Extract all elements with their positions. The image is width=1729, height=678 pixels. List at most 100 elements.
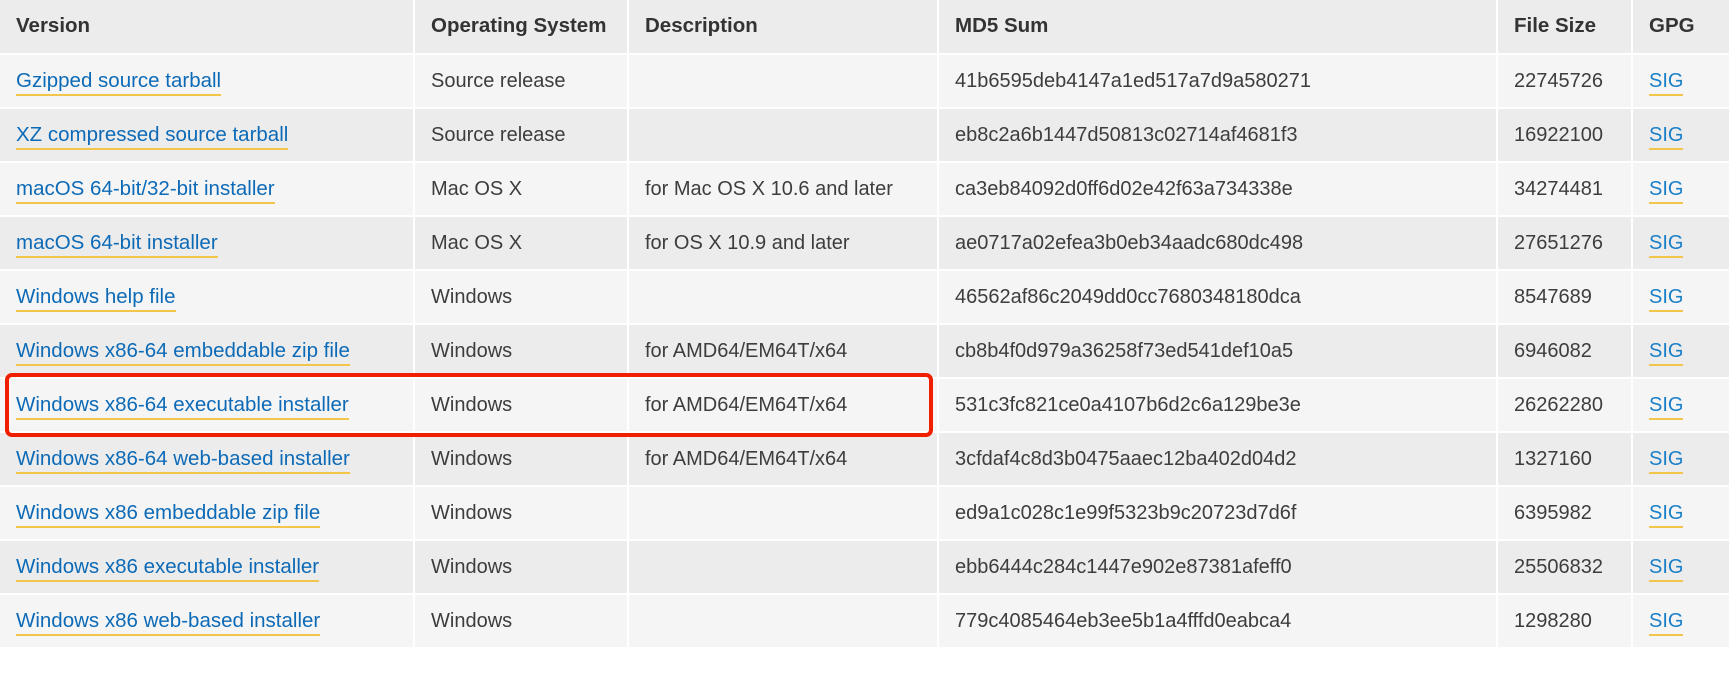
cell-gpg: SIG [1632, 432, 1729, 487]
cell-gpg: SIG [1632, 594, 1729, 649]
cell-md5-sum: 46562af86c2049dd0cc7680348180dca [938, 270, 1498, 325]
download-link[interactable]: Windows x86 embeddable zip file [16, 501, 321, 528]
cell-version: Windows help file [0, 270, 415, 325]
sig-link[interactable]: SIG [1649, 501, 1684, 528]
cell-operating-system: Windows [414, 270, 629, 325]
cell-gpg: SIG [1632, 108, 1729, 163]
sig-link[interactable]: SIG [1649, 339, 1684, 366]
download-link[interactable]: Windows x86-64 executable installer [16, 393, 349, 420]
cell-gpg: SIG [1632, 540, 1729, 595]
cell-version: macOS 64-bit installer [0, 216, 415, 271]
cell-version: Windows x86-64 embeddable zip file [0, 324, 415, 379]
download-link[interactable]: Windows help file [16, 285, 176, 312]
table-row: Windows help file Windows 46562af86c2049dd… [0, 270, 1729, 325]
cell-md5-sum: 779c4085464eb3ee5b1a4fffd0eabca4 [938, 594, 1498, 649]
sig-link[interactable]: SIG [1649, 231, 1684, 258]
cell-operating-system: Windows [414, 540, 629, 595]
cell-operating-system: Windows [414, 486, 629, 541]
download-link[interactable]: macOS 64-bit/32-bit installer [16, 177, 275, 204]
cell-operating-system: Windows [414, 378, 629, 433]
cell-version: Gzipped source tarball [0, 54, 415, 109]
cell-version: Windows x86-64 executable installer [0, 378, 415, 433]
cell-description [628, 486, 939, 541]
table-row: Windows x86 embeddable zip file Windows ed… [0, 486, 1729, 541]
cell-gpg: SIG [1632, 54, 1729, 109]
column-header-md5-sum: MD5 Sum [938, 0, 1498, 55]
cell-gpg: SIG [1632, 270, 1729, 325]
table-header: Version Operating System Description MD5… [0, 0, 1729, 55]
column-header-operating-system: Operating System [414, 0, 629, 55]
sig-link[interactable]: SIG [1649, 285, 1684, 312]
cell-operating-system: Mac OS X [414, 216, 629, 271]
cell-description [628, 540, 939, 595]
sig-link[interactable]: SIG [1649, 393, 1684, 420]
sig-link[interactable]: SIG [1649, 177, 1684, 204]
column-header-description: Description [628, 0, 939, 55]
download-link[interactable]: XZ compressed source tarball [16, 123, 289, 150]
cell-description: for AMD64/EM64T/x64 [628, 378, 939, 433]
cell-file-size: 1327160 [1497, 432, 1633, 487]
sig-link[interactable]: SIG [1649, 69, 1684, 96]
cell-file-size: 8547689 [1497, 270, 1633, 325]
cell-version: Windows x86-64 web-based installer [0, 432, 415, 487]
cell-file-size: 22745726 [1497, 54, 1633, 109]
cell-gpg: SIG [1632, 486, 1729, 541]
download-link[interactable]: Windows x86-64 web-based installer [16, 447, 350, 474]
cell-file-size: 25506832 [1497, 540, 1633, 595]
cell-description [628, 594, 939, 649]
cell-file-size: 1298280 [1497, 594, 1633, 649]
cell-operating-system: Windows [414, 432, 629, 487]
cell-file-size: 16922100 [1497, 108, 1633, 163]
cell-md5-sum: ae0717a02efea3b0eb34aadc680dc498 [938, 216, 1498, 271]
table-row: Windows x86 executable installer Windows e… [0, 540, 1729, 595]
column-header-file-size: File Size [1497, 0, 1633, 55]
download-link[interactable]: Windows x86-64 embeddable zip file [16, 339, 350, 366]
cell-description [628, 54, 939, 109]
cell-md5-sum: ca3eb84092d0ff6d02e42f63a734338e [938, 162, 1498, 217]
cell-version: Windows x86 web-based installer [0, 594, 415, 649]
download-link[interactable]: macOS 64-bit installer [16, 231, 218, 258]
cell-version: Windows x86 embeddable zip file [0, 486, 415, 541]
cell-md5-sum: eb8c2a6b1447d50813c02714af4681f3 [938, 108, 1498, 163]
cell-description [628, 270, 939, 325]
table-header-row: Version Operating System Description MD5… [0, 0, 1729, 55]
cell-md5-sum: ed9a1c028c1e99f5323b9c20723d7d6f [938, 486, 1498, 541]
cell-description: for AMD64/EM64T/x64 [628, 324, 939, 379]
sig-link[interactable]: SIG [1649, 609, 1684, 636]
cell-gpg: SIG [1632, 378, 1729, 433]
download-link[interactable]: Windows x86 web-based installer [16, 609, 321, 636]
table-row: Gzipped source tarball Source release 41b6… [0, 54, 1729, 109]
table-row: Windows x86 web-based installer Windows 77… [0, 594, 1729, 649]
cell-file-size: 6395982 [1497, 486, 1633, 541]
cell-operating-system: Windows [414, 594, 629, 649]
table-row: macOS 64-bit installer Mac OS Xfor OS X 1… [0, 216, 1729, 271]
cell-file-size: 34274481 [1497, 162, 1633, 217]
table-row: Windows x86-64 executable installer Windo… [0, 378, 1729, 433]
cell-md5-sum: cb8b4f0d979a36258f73ed541def10a5 [938, 324, 1498, 379]
table-row: XZ compressed source tarball Source relea… [0, 108, 1729, 163]
cell-file-size: 26262280 [1497, 378, 1633, 433]
cell-md5-sum: ebb6444c284c1447e902e87381afeff0 [938, 540, 1498, 595]
sig-link[interactable]: SIG [1649, 123, 1684, 150]
download-link[interactable]: Windows x86 executable installer [16, 555, 320, 582]
cell-file-size: 27651276 [1497, 216, 1633, 271]
cell-version: macOS 64-bit/32-bit installer [0, 162, 415, 217]
cell-operating-system: Mac OS X [414, 162, 629, 217]
sig-link[interactable]: SIG [1649, 447, 1684, 474]
cell-description: for OS X 10.9 and later [628, 216, 939, 271]
table-row: macOS 64-bit/32-bit installer Mac OS Xfor… [0, 162, 1729, 217]
cell-gpg: SIG [1632, 216, 1729, 271]
sig-link[interactable]: SIG [1649, 555, 1684, 582]
cell-description [628, 108, 939, 163]
download-link[interactable]: Gzipped source tarball [16, 69, 222, 96]
cell-gpg: SIG [1632, 162, 1729, 217]
table-row: Windows x86-64 embeddable zip file Window… [0, 324, 1729, 379]
cell-file-size: 6946082 [1497, 324, 1633, 379]
cell-version: Windows x86 executable installer [0, 540, 415, 595]
cell-gpg: SIG [1632, 324, 1729, 379]
downloads-page: Version Operating System Description MD5… [0, 0, 1729, 678]
cell-md5-sum: 3cfdaf4c8d3b0475aaec12ba402d04d2 [938, 432, 1498, 487]
column-header-version: Version [0, 0, 415, 55]
cell-operating-system: Windows [414, 324, 629, 379]
cell-md5-sum: 531c3fc821ce0a4107b6d2c6a129be3e [938, 378, 1498, 433]
